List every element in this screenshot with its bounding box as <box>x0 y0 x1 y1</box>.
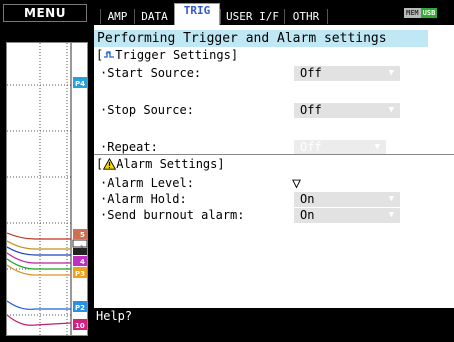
marker-p3-label: P3 <box>75 270 85 278</box>
marker-4-label: 4 <box>80 258 85 266</box>
tab-othr[interactable]: OTHR <box>284 9 328 24</box>
repeat-value: Off <box>300 140 322 154</box>
start-source-label: ·Start Source: <box>100 66 202 80</box>
tab-trig[interactable]: TRIG <box>174 3 220 25</box>
mem-badge: MEM <box>404 8 421 18</box>
trigger-heading-text: Trigger Settings] <box>115 48 239 62</box>
stop-source-dropdown[interactable]: Off ▼ <box>294 103 400 118</box>
chevron-down-icon: ▼ <box>388 194 394 204</box>
waveform-5 <box>7 232 71 240</box>
marker-p2-label: P2 <box>75 304 85 312</box>
waveform-p3 <box>7 264 71 276</box>
tab-data[interactable]: DATA <box>134 9 174 24</box>
trigger-heading-bracket: [ <box>96 48 104 62</box>
start-source-dropdown[interactable]: Off ▼ <box>294 66 400 81</box>
marker-5-label: 5 <box>80 231 85 239</box>
tab-user-if[interactable]: USER I/F <box>220 9 284 24</box>
alarm-heading-text: Alarm Settings] <box>116 157 225 171</box>
waveform-blue <box>7 246 71 256</box>
alarm-hold-label: ·Alarm Hold: <box>100 192 187 206</box>
waveform-green <box>7 258 71 270</box>
marker-10-label: 10 <box>75 322 85 330</box>
chevron-down-icon: ▼ <box>388 210 394 220</box>
alarm-level-button[interactable]: ▽ <box>292 175 301 191</box>
waveform-svg: P4 5 4 P3 P2 10 1 <box>7 43 87 335</box>
marker-p4-label: P4 <box>75 80 85 88</box>
usb-badge: USB <box>420 8 438 18</box>
waveform-preview: P4 5 4 P3 P2 10 1 <box>6 42 88 336</box>
burnout-alarm-dropdown[interactable]: On ▼ <box>294 208 400 223</box>
waveform-1 <box>7 240 71 250</box>
start-source-value: Off <box>300 66 322 80</box>
alarm-hold-dropdown[interactable]: On ▼ <box>294 192 400 207</box>
trigger-icon <box>104 51 115 58</box>
left-panel: MENU P4 5 4 P3 P2 10 1 <box>0 0 94 342</box>
alarm-heading-bracket: [ <box>96 157 104 171</box>
warning-icon <box>103 158 117 170</box>
page-title: Performing Trigger and Alarm settings <box>94 30 428 47</box>
trigger-settings-heading: [ Trigger Settings] <box>96 48 238 63</box>
alarm-hold-value: On <box>300 192 315 206</box>
help-text: Help? <box>96 309 133 323</box>
stop-source-label: ·Stop Source: <box>100 103 194 117</box>
section-divider <box>94 154 454 155</box>
chevron-down-icon: ▼ <box>388 68 394 78</box>
burnout-alarm-label: ·Send burnout alarm: <box>100 208 245 222</box>
waveform-p2 <box>7 300 71 310</box>
status-badges: MEM USB <box>404 8 446 18</box>
tab-bar: AMP DATA TRIG USER I/F OTHR MEM USB <box>94 0 454 25</box>
waveforms <box>7 232 72 326</box>
waveform-10 <box>7 314 72 326</box>
help-bar[interactable]: Help? <box>94 308 454 342</box>
stop-source-value: Off <box>300 103 322 117</box>
menu-button[interactable]: MENU <box>3 4 87 22</box>
chevron-down-icon: ▼ <box>388 105 394 115</box>
alarm-level-label: ·Alarm Level: <box>100 176 194 190</box>
repeat-label: ·Repeat: <box>100 140 158 154</box>
marker-1-label: 1 <box>80 245 84 252</box>
burnout-alarm-value: On <box>300 208 315 222</box>
repeat-dropdown: Off ▼ <box>294 140 386 155</box>
tab-amp[interactable]: AMP <box>100 9 134 24</box>
alarm-settings-heading: [ Alarm Settings] <box>96 157 225 172</box>
chevron-down-icon: ▼ <box>374 142 380 152</box>
settings-panel: Performing Trigger and Alarm settings [ T… <box>94 25 454 308</box>
